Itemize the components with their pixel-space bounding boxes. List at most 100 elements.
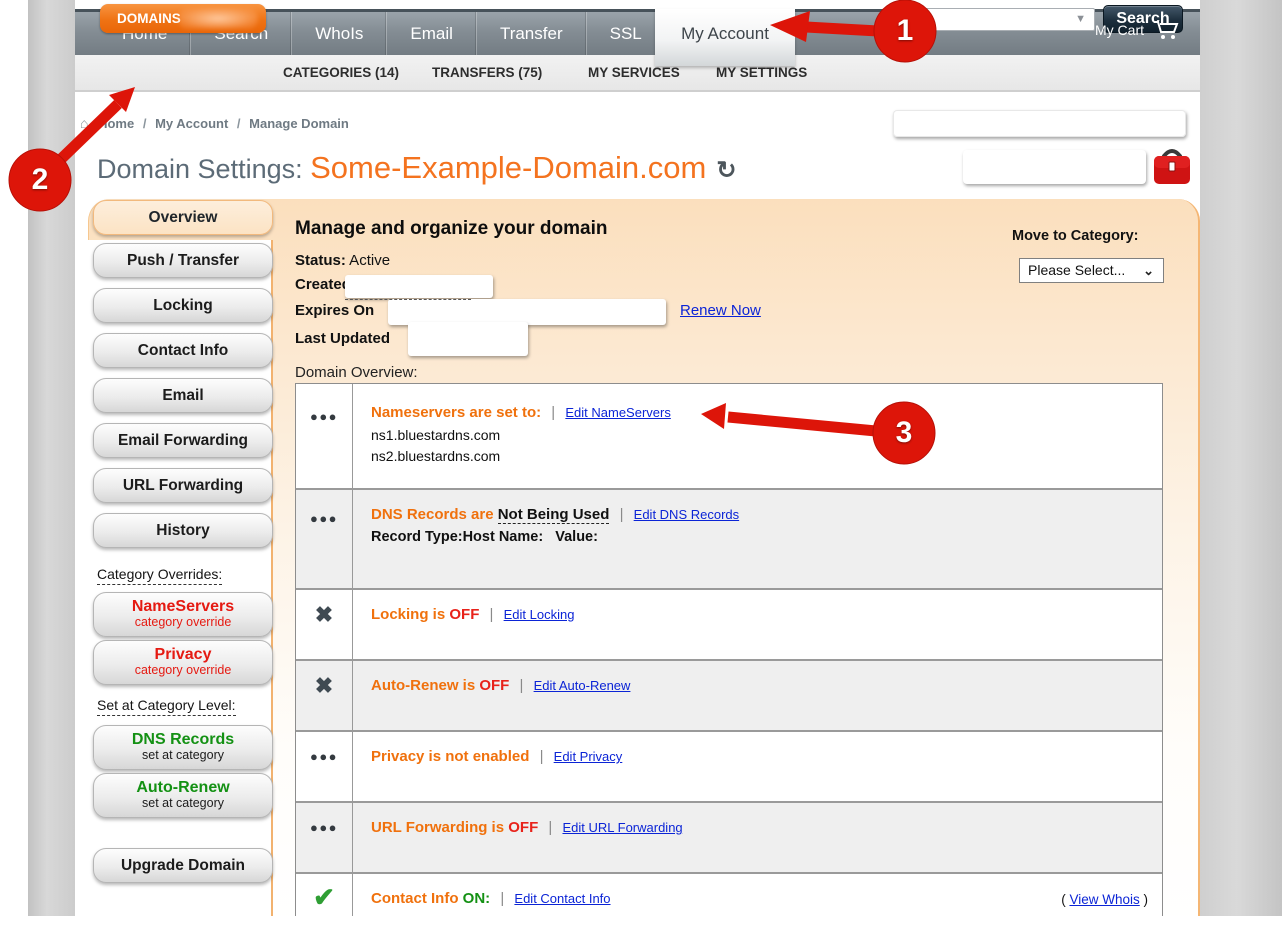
left-gutter [28,0,75,931]
category-select[interactable]: Please Select... ⌄ [1019,258,1164,283]
my-cart[interactable]: My Cart [1095,20,1187,40]
nav-tab-email[interactable]: Email [386,12,476,55]
row-status: OFF [449,606,479,623]
view-whois-link[interactable]: View Whois [1069,892,1139,907]
edit-dns-records-link[interactable]: Edit DNS Records [634,507,739,522]
auto-renew-category-sub: set at category [94,797,272,810]
subnav-item-transfers[interactable]: TRANSFERS (75) [432,65,542,80]
sidebar-item-upgrade-domain[interactable]: Upgrade Domain [93,848,273,883]
dots-icon: ●●● [310,749,338,764]
check-icon: ✔ [313,882,335,912]
table-row-dns-records: ●●● DNS Records are Not Being Used | Edi… [296,488,1162,588]
edit-privacy-link[interactable]: Edit Privacy [554,749,623,764]
row-title: URL Forwarding is [371,819,508,836]
expires-line: Expires On [295,302,374,319]
sidebar-item-privacy-override[interactable]: Privacy category override [93,640,273,685]
sidebar-item-overview[interactable]: Overview [93,200,273,235]
edit-contact-info-link[interactable]: Edit Contact Info [514,891,610,906]
nameserver-1: ns1.bluestardns.com [371,425,1162,446]
subnav-search-combobox[interactable]: ▼ [893,8,1095,31]
row-title: Locking is [371,606,449,623]
nav-tab-ssl[interactable]: SSL [586,12,665,55]
row-separator: | [514,677,530,694]
auto-renew-category-label: Auto-Renew [94,778,272,797]
dots-icon: ●●● [310,511,338,526]
redacted-created-date [345,275,493,298]
bottom-crop-bar [0,916,1287,931]
edit-url-forwarding-link[interactable]: Edit URL Forwarding [562,820,682,835]
row-title: Nameservers are set to: [371,404,541,421]
subnav-item-my-settings[interactable]: MY SETTINGS [716,65,807,80]
table-row-privacy: ●●● Privacy is not enabled | Edit Privac… [296,730,1162,801]
sidebar-item-contact-info[interactable]: Contact Info [93,333,273,368]
row-separator: | [542,819,558,836]
breadcrumb: ⌂ Home / My Account / Manage Domain [80,115,349,131]
row-icon-cell: ✖ [296,661,353,730]
row-status: ON: [463,890,491,907]
sidebar-item-url-forwarding[interactable]: URL Forwarding [93,468,273,503]
sidebar-item-history[interactable]: History [93,513,273,548]
table-row-locking: ✖ Locking is OFF | Edit Locking [296,588,1162,659]
subnav-item-my-services[interactable]: MY SERVICES [588,65,680,80]
edit-auto-renew-link[interactable]: Edit Auto-Renew [534,678,631,693]
expires-label: Expires On [295,302,374,319]
breadcrumb-my-account[interactable]: My Account [155,116,228,131]
cart-icon [1153,20,1180,40]
nav-tab-my-account[interactable]: My Account [655,9,795,66]
category-overrides-label: Category Overrides: [97,566,222,585]
sidebar-item-push-transfer[interactable]: Push / Transfer [93,243,273,278]
sidebar-item-auto-renew-category[interactable]: Auto-Renew set at category [93,773,273,818]
privacy-override-label: Privacy [94,645,272,664]
view-whois-note: ( View Whois ) [1061,892,1148,907]
sidebar-item-locking[interactable]: Locking [93,288,273,323]
subnav-item-domains[interactable]: DOMAINS [100,4,266,33]
renew-now-link[interactable]: Renew Now [680,302,761,319]
row-status: OFF [508,819,538,836]
domain-overview-table: ●●● Nameservers are set to: | Edit NameS… [295,383,1163,931]
nav-tab-whois[interactable]: WhoIs [291,12,386,55]
main-heading: Manage and organize your domain [295,218,608,240]
privacy-override-sub: category override [94,664,272,677]
row-separator: | [534,748,550,765]
sidebar-item-nameservers-override[interactable]: NameServers category override [93,592,273,637]
domain-overview-label: Domain Overview: [295,364,418,381]
row-status: Not Being Used [498,506,610,524]
status-line: Status: Active [295,252,390,269]
row-icon-cell: ✖ [296,590,353,659]
row-status: OFF [479,677,509,694]
sidebar-item-email[interactable]: Email [93,378,273,413]
row-separator: | [494,890,510,907]
sidebar-item-dns-records-category[interactable]: DNS Records set at category [93,725,273,770]
subnav-search-input[interactable] [894,9,1064,28]
updated-line: Last Updated [295,330,390,347]
x-icon: ✖ [315,673,333,698]
row-separator: | [545,404,561,421]
page-title-prefix: Domain Settings: [97,154,310,184]
redacted-updated-date [408,322,528,356]
redacted-box-title-right [963,150,1146,184]
breadcrumb-home[interactable]: Home [98,116,134,131]
edit-nameservers-link[interactable]: Edit NameServers [565,405,670,420]
chevron-down-icon[interactable]: ▼ [1075,13,1086,25]
toolbox-icon[interactable] [1152,146,1192,188]
row-title: Privacy is not enabled [371,748,529,765]
dns-records-category-sub: set at category [94,749,272,762]
status-value: Active [346,252,390,269]
my-cart-label: My Cart [1095,22,1144,38]
sidebar-item-email-forwarding[interactable]: Email Forwarding [93,423,273,458]
edit-locking-link[interactable]: Edit Locking [504,607,575,622]
x-icon: ✖ [315,602,333,627]
set-at-category-label: Set at Category Level: [97,697,236,716]
right-gutter [1200,0,1282,931]
nameserver-2: ns2.bluestardns.com [371,446,1162,467]
subnav-item-categories[interactable]: CATEGORIES (14) [283,65,399,80]
domain-settings-page: Home Search WhoIs Email Transfer SSL My … [0,0,1287,931]
row-separator: | [614,506,630,523]
row-title: DNS Records are [371,506,498,523]
domains-redacted-blur [178,8,258,29]
breadcrumb-separator: / [138,116,152,131]
nav-tab-transfer[interactable]: Transfer [476,12,586,55]
status-label: Status: [295,252,346,269]
refresh-icon[interactable]: ↻ [716,157,736,184]
row-separator: | [484,606,500,623]
